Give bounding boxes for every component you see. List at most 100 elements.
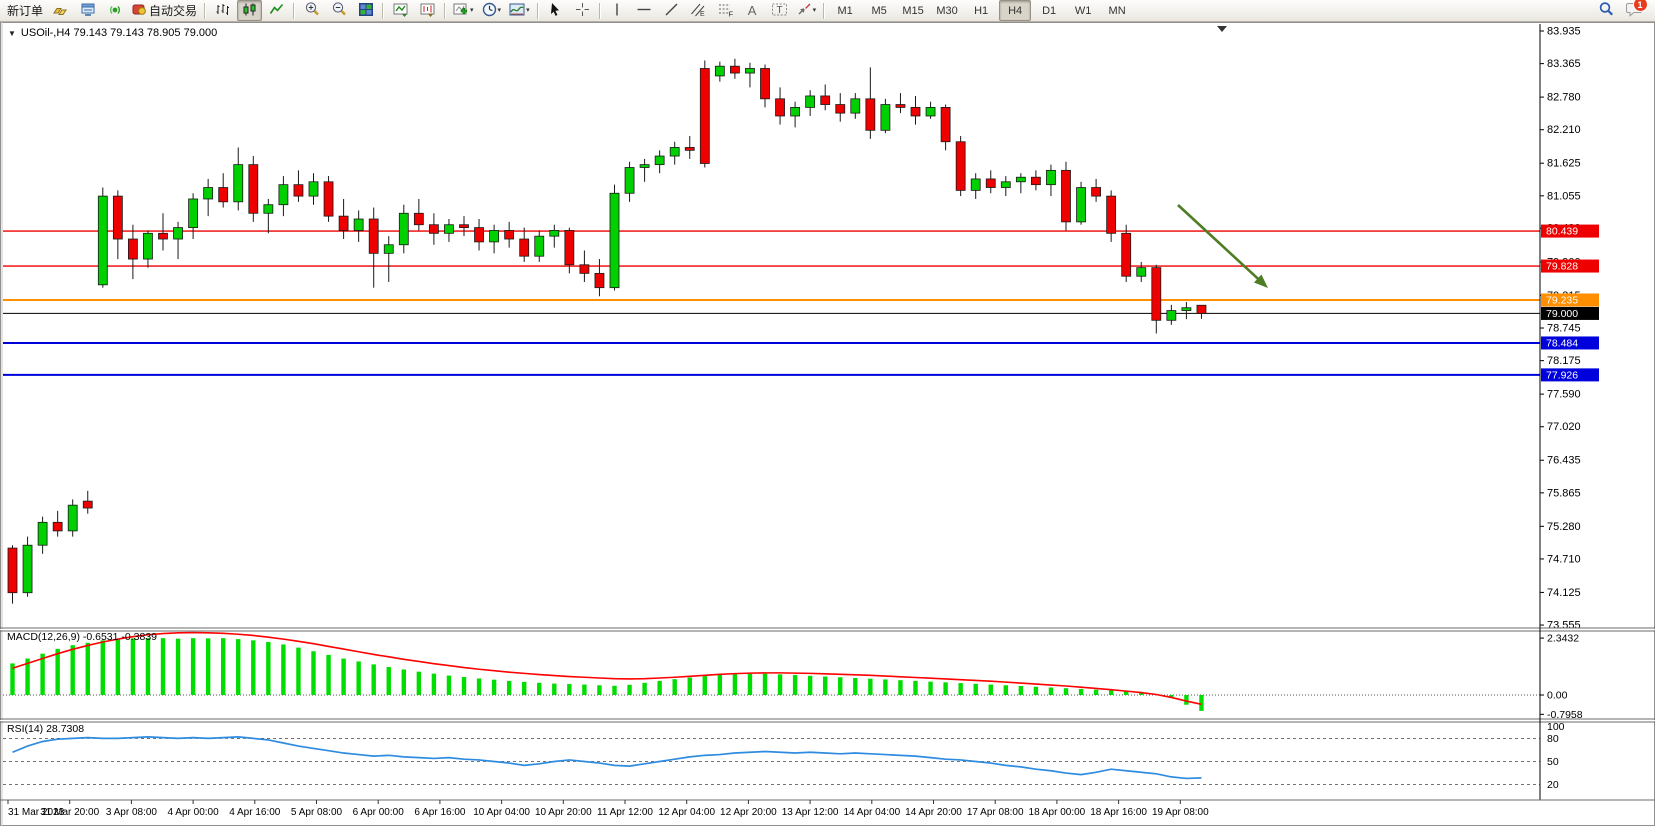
candle xyxy=(625,167,634,193)
timeframe-button-m1[interactable]: M1 xyxy=(829,0,861,21)
time-axis-label: 17 Apr 08:00 xyxy=(967,807,1024,818)
trendline-tool-button[interactable] xyxy=(659,0,684,21)
text-label-icon: T xyxy=(771,2,788,20)
tile-windows-icon xyxy=(358,2,374,20)
macd-histogram-bar xyxy=(1064,688,1068,695)
macd-histogram-bar xyxy=(221,638,225,695)
market-watch-icon xyxy=(80,2,96,20)
text-tool-button[interactable]: A xyxy=(740,0,765,21)
candle xyxy=(1031,177,1040,184)
new-order-button[interactable]: 新订单 xyxy=(4,0,46,21)
macd-histogram-bar xyxy=(627,685,631,695)
time-axis-label: 18 Apr 16:00 xyxy=(1090,807,1147,818)
timeframe-button-m5[interactable]: M5 xyxy=(863,0,895,21)
macd-histogram-bar xyxy=(612,686,616,695)
line-chart-mode-button[interactable] xyxy=(264,0,289,21)
crosshair-icon xyxy=(575,2,590,20)
macd-histogram-bar xyxy=(537,683,541,695)
zoom-in-button[interactable] xyxy=(299,0,324,21)
macd-histogram-bar xyxy=(823,677,827,695)
candle xyxy=(1122,233,1131,276)
data-window-button[interactable] xyxy=(415,0,440,21)
fibonacci-tool-button[interactable]: F xyxy=(713,0,738,21)
candle xyxy=(1107,196,1116,233)
auto-trading-button[interactable]: 自动交易 xyxy=(129,0,200,21)
indicator-window-button[interactable] xyxy=(388,0,413,21)
macd-histogram-bar xyxy=(1019,686,1023,695)
price-level-label: 79.828 xyxy=(1546,261,1578,273)
channel-tool-button[interactable]: E xyxy=(686,0,711,21)
chart-menu-arrow-icon[interactable]: ▼ xyxy=(8,29,16,38)
timeframe-button-m30[interactable]: M30 xyxy=(931,0,963,21)
horizontal-line-tool-button[interactable] xyxy=(632,0,657,21)
candle xyxy=(730,66,739,73)
candle xyxy=(715,66,724,76)
time-axis-label: 4 Apr 16:00 xyxy=(229,807,281,818)
price-chart[interactable]: 83.93583.36582.78082.21081.62581.05580.4… xyxy=(0,22,1655,826)
candle xyxy=(791,107,800,116)
dropdown-caret-icon: ▾ xyxy=(498,7,502,14)
chart-window-background xyxy=(0,22,1655,826)
price-axis-tick-label: 78.745 xyxy=(1547,323,1581,335)
shapes-tool-button[interactable]: ▾ xyxy=(794,0,820,21)
data-window-icon xyxy=(420,2,436,20)
candle xyxy=(294,185,303,196)
arrows-shape-icon xyxy=(797,2,812,20)
candle xyxy=(655,156,664,165)
time-axis-label: 13 Apr 12:00 xyxy=(782,807,839,818)
gold-bars-icon xyxy=(52,2,69,20)
period-clock-button[interactable]: ▾ xyxy=(479,0,505,21)
candle xyxy=(1001,182,1010,188)
timeframe-toolbar: M1M5M15M30H1H4D1W1MN xyxy=(828,0,1134,21)
candle xyxy=(53,522,62,531)
time-axis-label: 6 Apr 16:00 xyxy=(414,807,466,818)
time-axis-label: 4 Apr 00:00 xyxy=(168,807,220,818)
cursor-tool-button[interactable] xyxy=(543,0,568,21)
auto-trading-icon xyxy=(132,2,147,19)
timeframe-button-d1[interactable]: D1 xyxy=(1033,0,1065,21)
add-indicator-button[interactable]: ▾ xyxy=(450,0,477,21)
signal-button[interactable] xyxy=(102,0,127,21)
cursor-icon xyxy=(548,2,562,20)
timeframe-button-w1[interactable]: W1 xyxy=(1067,0,1099,21)
market-watch-button[interactable] xyxy=(75,0,100,21)
candle xyxy=(128,239,137,259)
macd-histogram-bar xyxy=(146,638,150,695)
vertical-line-tool-button[interactable] xyxy=(605,0,630,21)
timeframe-button-mn[interactable]: MN xyxy=(1101,0,1133,21)
macd-histogram-bar xyxy=(507,681,511,695)
macd-histogram-bar xyxy=(86,643,90,695)
toolbar-separator xyxy=(537,3,539,19)
fibo-glyph: F xyxy=(728,9,733,17)
line-chart-icon xyxy=(269,2,284,20)
toolbar-separator xyxy=(382,3,384,19)
time-axis-label: 12 Apr 04:00 xyxy=(658,807,715,818)
candle xyxy=(911,107,920,116)
candlestick-mode-button[interactable] xyxy=(237,0,262,21)
chart-template-button[interactable]: ▾ xyxy=(506,0,533,21)
time-axis-label: 31 Mar 20:00 xyxy=(40,807,99,818)
candle xyxy=(324,182,333,216)
clock-icon xyxy=(482,2,497,20)
timeframe-button-h1[interactable]: H1 xyxy=(965,0,997,21)
candle xyxy=(38,522,47,545)
candle xyxy=(700,68,709,163)
macd-histogram-bar xyxy=(733,674,737,695)
gold-bars-icon-button[interactable] xyxy=(48,0,73,21)
search-button[interactable] xyxy=(1594,0,1619,21)
timeframe-button-h4[interactable]: H4 xyxy=(999,0,1031,21)
crosshair-tool-button[interactable] xyxy=(570,0,595,21)
notifications-button[interactable]: 1 xyxy=(1621,0,1646,21)
candle xyxy=(1197,305,1206,313)
candle xyxy=(354,219,363,230)
time-axis-label: 11 Apr 12:00 xyxy=(597,807,653,818)
bar-chart-mode-button[interactable] xyxy=(210,0,235,21)
timeframe-button-m15[interactable]: M15 xyxy=(897,0,929,21)
text-label-tool-button[interactable]: T xyxy=(767,0,792,21)
time-axis-label: 12 Apr 20:00 xyxy=(720,807,777,818)
chart-template-icon xyxy=(509,2,525,20)
tile-windows-button[interactable] xyxy=(353,0,378,21)
candle xyxy=(1062,170,1071,222)
macd-histogram-bar xyxy=(161,638,165,695)
zoom-out-button[interactable] xyxy=(326,0,351,21)
